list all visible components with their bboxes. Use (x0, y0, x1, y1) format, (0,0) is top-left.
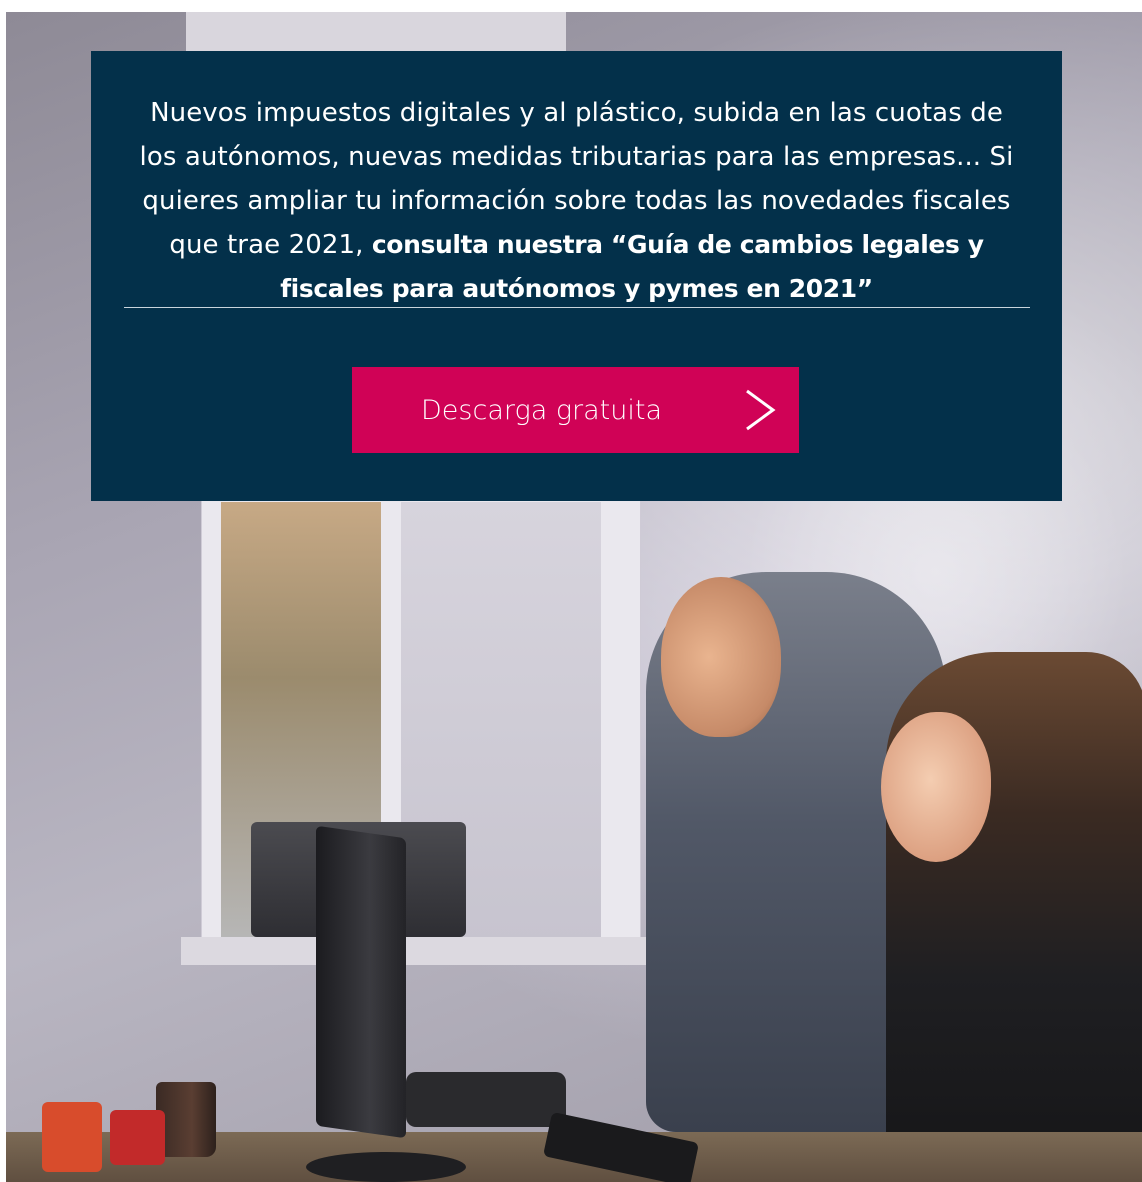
monitor-base (306, 1152, 466, 1182)
rubber-stamp (42, 1102, 102, 1172)
woman-face (881, 712, 991, 862)
download-button[interactable]: Descarga gratuita (352, 367, 799, 453)
coffee-mug (156, 1082, 216, 1157)
window-sill (181, 937, 651, 965)
link-underline (124, 307, 1030, 308)
rubber-stamp (110, 1110, 165, 1165)
man-head (661, 577, 781, 737)
download-button-label: Descarga gratuita (421, 394, 662, 426)
guide-link[interactable]: consulta nuestra “Guía de cambios legale… (280, 230, 984, 303)
desk-phone (406, 1072, 566, 1127)
chevron-right-icon (746, 389, 776, 431)
promo-description: Nuevos impuestos digitales y al plástico… (131, 91, 1022, 311)
promo-card: Nuevos impuestos digitales y al plástico… (91, 51, 1062, 501)
computer-monitor (316, 825, 406, 1139)
